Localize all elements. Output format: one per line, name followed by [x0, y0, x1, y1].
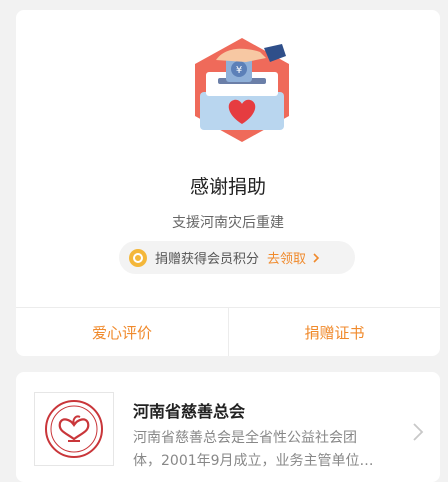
donation-thanks-card: ¥ 感谢捐助 支援河南灾后重建 捐赠获得会员积分 去领取 爱心评价 捐赠证书	[16, 10, 440, 356]
donation-box-icon: ¥	[195, 38, 289, 142]
chevron-right-icon	[313, 252, 320, 263]
review-button[interactable]: 爱心评价	[16, 308, 228, 356]
description-line: 体，2001年9月成立，业务主管单位…	[133, 453, 374, 469]
coin-icon	[129, 248, 147, 267]
claim-points-banner[interactable]: 捐赠获得会员积分 去领取	[119, 241, 355, 274]
organization-description: 河南省慈善总会是全省性公益社会团 体，2001年9月成立，业务主管单位…	[133, 427, 403, 473]
svg-text:¥: ¥	[236, 65, 242, 76]
thanks-title: 感谢捐助	[189, 176, 266, 198]
points-text: 捐赠获得会员积分	[155, 252, 260, 267]
organization-logo	[34, 392, 114, 466]
organization-card[interactable]: 河南省慈善总会 河南省慈善总会是全省性公益社会团 体，2001年9月成立，业务主…	[16, 372, 440, 482]
description-line: 河南省慈善总会是全省性公益社会团	[133, 430, 357, 446]
project-name: 支援河南灾后重建	[172, 215, 284, 231]
chevron-right-icon[interactable]	[412, 422, 424, 442]
certificate-button[interactable]: 捐赠证书	[229, 308, 440, 356]
organization-name: 河南省慈善总会	[133, 402, 246, 421]
charity-logo-icon	[45, 400, 103, 458]
claim-points-link[interactable]: 去领取	[267, 248, 306, 267]
